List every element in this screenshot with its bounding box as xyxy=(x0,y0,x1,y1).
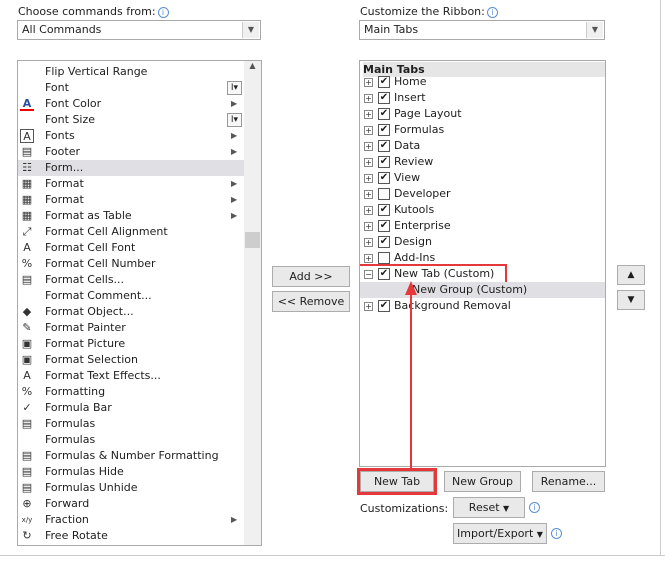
annotation-arrow xyxy=(405,281,417,470)
